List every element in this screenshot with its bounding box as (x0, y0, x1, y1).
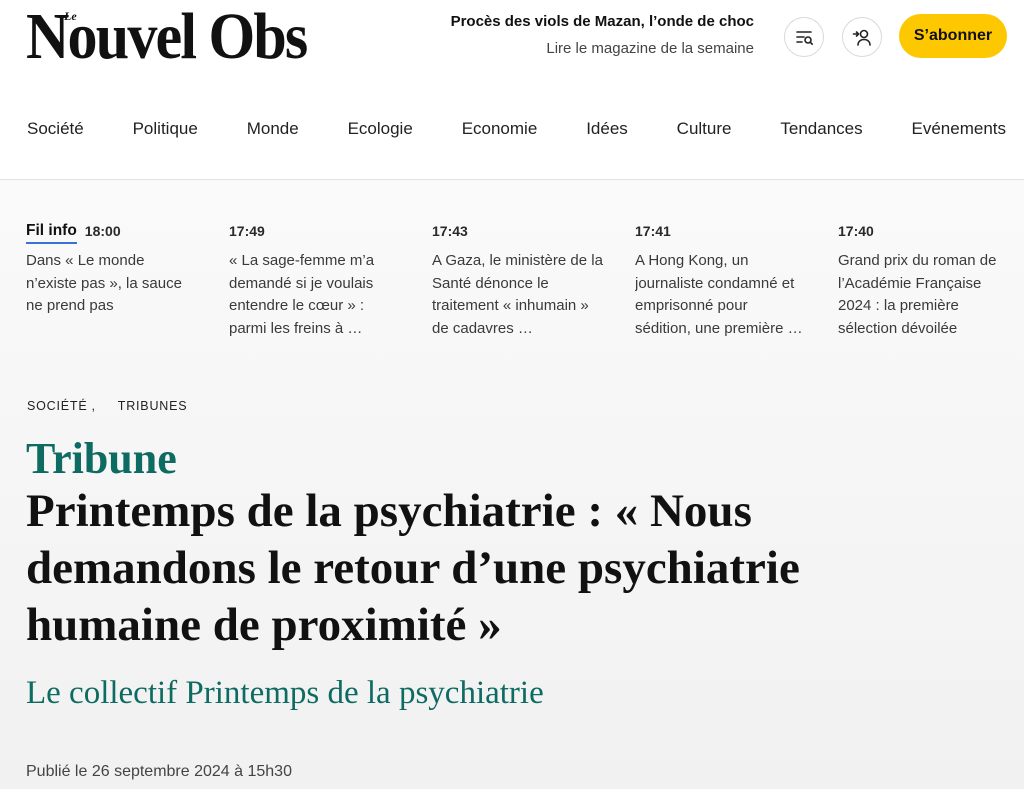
logo-prefix: Le (64, 9, 77, 23)
nav-item-economie[interactable]: Economie (462, 117, 538, 141)
breadcrumb: SOCIÉTÉ, TRIBUNES (27, 397, 187, 415)
subscribe-button[interactable]: S’abonner (899, 14, 1007, 58)
nav-item-idees[interactable]: Idées (586, 117, 628, 141)
account-button[interactable] (842, 17, 882, 57)
magazine-promo: Procès des viols de Mazan, l’onde de cho… (451, 12, 754, 59)
fil-info-item[interactable]: 17:40 Grand prix du roman de l’Académie … (838, 220, 1009, 340)
nav-item-evenements[interactable]: Evénements (912, 117, 1007, 141)
magazine-link[interactable]: Lire le magazine de la semaine (451, 39, 754, 59)
search-menu-button[interactable] (784, 17, 824, 57)
fil-info-text[interactable]: Grand prix du roman de l’Académie França… (838, 250, 1009, 340)
site-logo[interactable]: Nouvel Obs Le (26, 4, 316, 70)
user-login-icon (852, 29, 871, 46)
fil-info-header: 17:43 (432, 220, 603, 242)
nav-item-ecologie[interactable]: Ecologie (348, 117, 413, 141)
site-header: Nouvel Obs Le Procès des viols de Mazan,… (0, 0, 1024, 180)
article-author[interactable]: Le collectif Printemps de la psychiatrie (26, 673, 544, 713)
nav-item-societe[interactable]: Société (27, 117, 84, 141)
fil-info-time: 17:41 (635, 223, 671, 239)
nav-item-tendances[interactable]: Tendances (780, 117, 862, 141)
breadcrumb-item-societe[interactable]: SOCIÉTÉ (27, 399, 87, 413)
publish-date: Publié le 26 septembre 2024 à 15h30 (26, 763, 292, 780)
fil-info-time: 17:49 (229, 223, 265, 239)
fil-info-time: 17:40 (838, 223, 874, 239)
fil-info-header: 17:41 (635, 220, 806, 242)
fil-info-text[interactable]: A Hong Kong, un journaliste condamné et … (635, 250, 806, 340)
fil-info-item[interactable]: 17:43 A Gaza, le ministère de la Santé d… (432, 220, 603, 340)
search-menu-icon (796, 31, 814, 46)
fil-info-item[interactable]: 17:41 A Hong Kong, un journaliste condam… (635, 220, 806, 340)
fil-info-time: 18:00 (84, 223, 121, 239)
nav-item-monde[interactable]: Monde (247, 117, 299, 141)
nav-item-politique[interactable]: Politique (133, 117, 198, 141)
fil-info-item[interactable]: 17:49 « La sage-femme m’a demandé si je … (229, 220, 400, 340)
fil-info-text[interactable]: A Gaza, le ministère de la Santé dénonce… (432, 250, 603, 340)
article-kicker: Tribune (26, 434, 177, 483)
fil-info-label[interactable]: Fil info (26, 222, 77, 244)
promo-headline-link[interactable]: Procès des viols de Mazan, l’onde de cho… (451, 12, 754, 32)
fil-info-item[interactable]: Fil info 18:00 Dans « Le monde n’existe … (26, 220, 197, 318)
fil-info-header: 17:49 (229, 220, 400, 242)
page: Nouvel Obs Le Procès des viols de Mazan,… (0, 0, 1024, 789)
fil-info-time: 17:43 (432, 223, 468, 239)
fil-info-text[interactable]: Dans « Le monde n’existe pas », la sauce… (26, 250, 197, 318)
fil-info-header: Fil info 18:00 (26, 220, 197, 244)
fil-info-text[interactable]: « La sage-femme m’a demandé si je voulai… (229, 250, 400, 340)
breadcrumb-separator: , (91, 399, 96, 413)
article-title: Printemps de la psychiatrie : « Nous dem… (26, 485, 800, 651)
main-nav: Société Politique Monde Ecologie Economi… (27, 117, 1006, 141)
breadcrumb-item-tribunes[interactable]: TRIBUNES (118, 399, 188, 413)
nav-item-culture[interactable]: Culture (677, 117, 732, 141)
fil-info-header: 17:40 (838, 220, 1009, 242)
